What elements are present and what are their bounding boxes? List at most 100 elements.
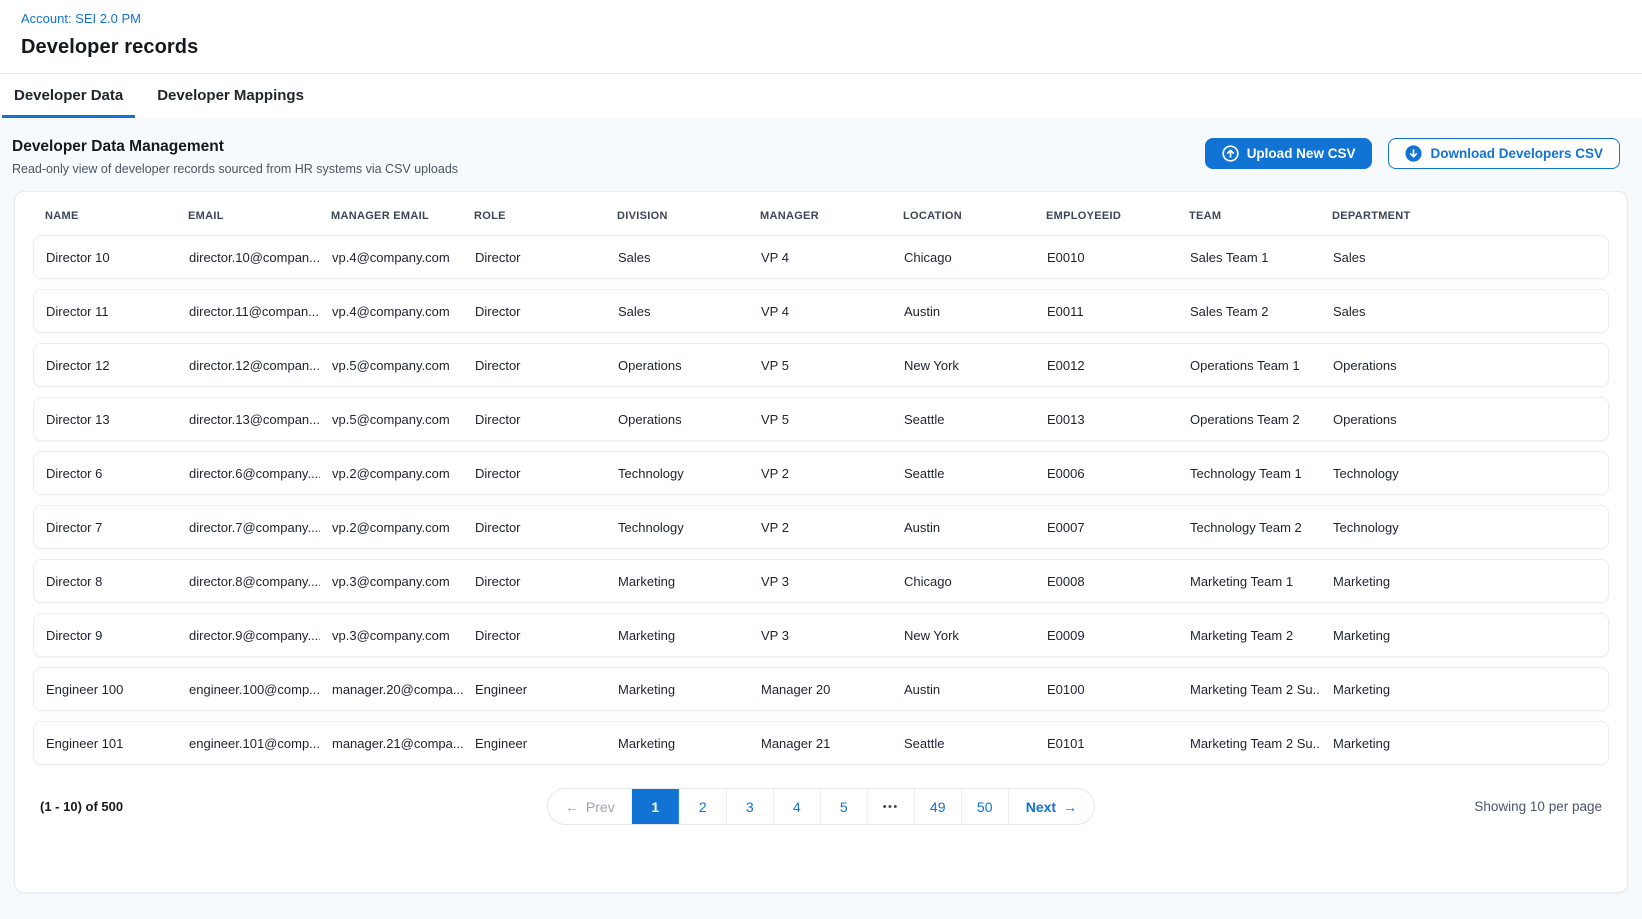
- table-cell: director.9@company....: [177, 628, 320, 643]
- table-cell: Director 11: [34, 304, 177, 319]
- section-header: Developer Data Management Read-only view…: [12, 138, 1628, 176]
- table-cell: Director 7: [34, 520, 177, 535]
- upload-button-label: Upload New CSV: [1247, 146, 1356, 161]
- table-cell: vp.3@company.com: [320, 574, 463, 589]
- range-label: (1 - 10) of 500: [33, 799, 123, 814]
- table-cell: E0006: [1035, 466, 1178, 481]
- table-cell: director.8@company....: [177, 574, 320, 589]
- next-button-label: Next: [1026, 799, 1056, 815]
- table-cell: Technology Team 2: [1178, 520, 1321, 535]
- table-cell: director.12@compan...: [177, 358, 320, 373]
- table-cell: VP 5: [749, 358, 892, 373]
- page-button[interactable]: 3: [726, 789, 773, 824]
- table-cell: VP 3: [749, 628, 892, 643]
- tab-bar: Developer Data Developer Mappings: [0, 73, 1642, 118]
- section-title: Developer Data Management: [12, 138, 458, 156]
- table-cell: Technology: [606, 466, 749, 481]
- table-cell: Director 13: [34, 412, 177, 427]
- table-row: Director 9director.9@company....vp.3@com…: [33, 613, 1609, 657]
- prev-page-button[interactable]: ← Prev: [548, 789, 632, 824]
- table-row: Engineer 100engineer.100@comp...manager.…: [33, 667, 1609, 711]
- table-row: Director 10director.10@compan...vp.4@com…: [33, 235, 1609, 279]
- table-cell: E0010: [1035, 250, 1178, 265]
- table-cell: manager.20@compa...: [320, 682, 463, 697]
- table-cell: Operations: [1321, 358, 1608, 373]
- developer-table-card: NAMEEMAILMANAGER EMAILROLEDIVISIONMANAGE…: [14, 191, 1628, 893]
- table-row: Director 6director.6@company....vp.2@com…: [33, 451, 1609, 495]
- table-cell: VP 5: [749, 412, 892, 427]
- table-cell: Director 9: [34, 628, 177, 643]
- action-buttons: Upload New CSV Download Developers CSV: [1205, 138, 1620, 169]
- download-developers-csv-button[interactable]: Download Developers CSV: [1388, 138, 1620, 169]
- tab-developer-mappings[interactable]: Developer Mappings: [145, 74, 316, 118]
- table-cell: Director: [463, 520, 606, 535]
- table-cell: Operations: [606, 412, 749, 427]
- table-cell: vp.4@company.com: [320, 250, 463, 265]
- page-button[interactable]: 4: [773, 789, 820, 824]
- upload-circle-icon: [1222, 145, 1239, 162]
- table-cell: Marketing: [606, 628, 749, 643]
- column-header: TEAM: [1177, 210, 1320, 222]
- table-cell: E0011: [1035, 304, 1178, 319]
- upload-new-csv-button[interactable]: Upload New CSV: [1205, 138, 1373, 169]
- table-cell: Marketing Team 1: [1178, 574, 1321, 589]
- per-page-label: Showing 10 per page: [1474, 799, 1609, 814]
- page-ellipsis: •••: [867, 789, 914, 824]
- table-cell: vp.2@company.com: [320, 466, 463, 481]
- table-cell: Operations: [1321, 412, 1608, 427]
- page-title: Developer records: [21, 36, 1621, 59]
- table-cell: Sales: [606, 304, 749, 319]
- table-header-row: NAMEEMAILMANAGER EMAILROLEDIVISIONMANAGE…: [33, 192, 1609, 235]
- account-breadcrumb-link[interactable]: Account: SEI 2.0 PM: [21, 11, 141, 26]
- page-button[interactable]: 50: [961, 789, 1008, 824]
- tab-developer-data[interactable]: Developer Data: [2, 74, 135, 118]
- column-header: MANAGER EMAIL: [319, 210, 462, 222]
- table-cell: vp.3@company.com: [320, 628, 463, 643]
- table-cell: Marketing: [1321, 574, 1608, 589]
- table-cell: vp.5@company.com: [320, 358, 463, 373]
- page-button[interactable]: 49: [914, 789, 961, 824]
- table-cell: Technology: [1321, 466, 1608, 481]
- prev-button-label: Prev: [586, 799, 615, 815]
- column-header: MANAGER: [748, 210, 891, 222]
- table-cell: New York: [892, 358, 1035, 373]
- table-cell: Chicago: [892, 250, 1035, 265]
- table-cell: Operations Team 2: [1178, 412, 1321, 427]
- page-button[interactable]: 1: [632, 789, 679, 824]
- column-header: NAME: [33, 210, 176, 222]
- table-cell: Engineer 100: [34, 682, 177, 697]
- prev-arrow-icon: ←: [565, 799, 579, 815]
- table-row: Director 7director.7@company....vp.2@com…: [33, 505, 1609, 549]
- column-header: DEPARTMENT: [1320, 210, 1609, 222]
- table-cell: vp.5@company.com: [320, 412, 463, 427]
- next-page-button[interactable]: Next →: [1008, 789, 1094, 824]
- table-cell: Austin: [892, 682, 1035, 697]
- section-subtitle: Read-only view of developer records sour…: [12, 162, 458, 176]
- table-cell: Sales Team 1: [1178, 250, 1321, 265]
- column-header: LOCATION: [891, 210, 1034, 222]
- table-cell: VP 3: [749, 574, 892, 589]
- table-cell: Marketing: [606, 682, 749, 697]
- table-cell: Marketing: [1321, 628, 1608, 643]
- table-footer: (1 - 10) of 500 ← Prev 12345•••4950 Next…: [33, 788, 1609, 825]
- table-cell: Technology: [606, 520, 749, 535]
- column-header: EMPLOYEEID: [1034, 210, 1177, 222]
- table-cell: Manager 20: [749, 682, 892, 697]
- pagination-pages: 12345•••4950: [632, 789, 1008, 824]
- download-circle-icon: [1405, 145, 1422, 162]
- table-body: Director 10director.10@compan...vp.4@com…: [33, 235, 1609, 765]
- table-row: Director 8director.8@company....vp.3@com…: [33, 559, 1609, 603]
- table-cell: Director: [463, 304, 606, 319]
- table-cell: Engineer: [463, 736, 606, 751]
- table-cell: VP 4: [749, 250, 892, 265]
- table-cell: Marketing Team 2: [1178, 628, 1321, 643]
- page-button[interactable]: 2: [679, 789, 726, 824]
- table-cell: Director: [463, 466, 606, 481]
- download-button-label: Download Developers CSV: [1430, 146, 1603, 161]
- table-cell: Director 12: [34, 358, 177, 373]
- table-cell: Marketing: [1321, 682, 1608, 697]
- table-cell: Operations Team 1: [1178, 358, 1321, 373]
- page-button[interactable]: 5: [820, 789, 867, 824]
- table-cell: director.6@company....: [177, 466, 320, 481]
- table-cell: VP 2: [749, 520, 892, 535]
